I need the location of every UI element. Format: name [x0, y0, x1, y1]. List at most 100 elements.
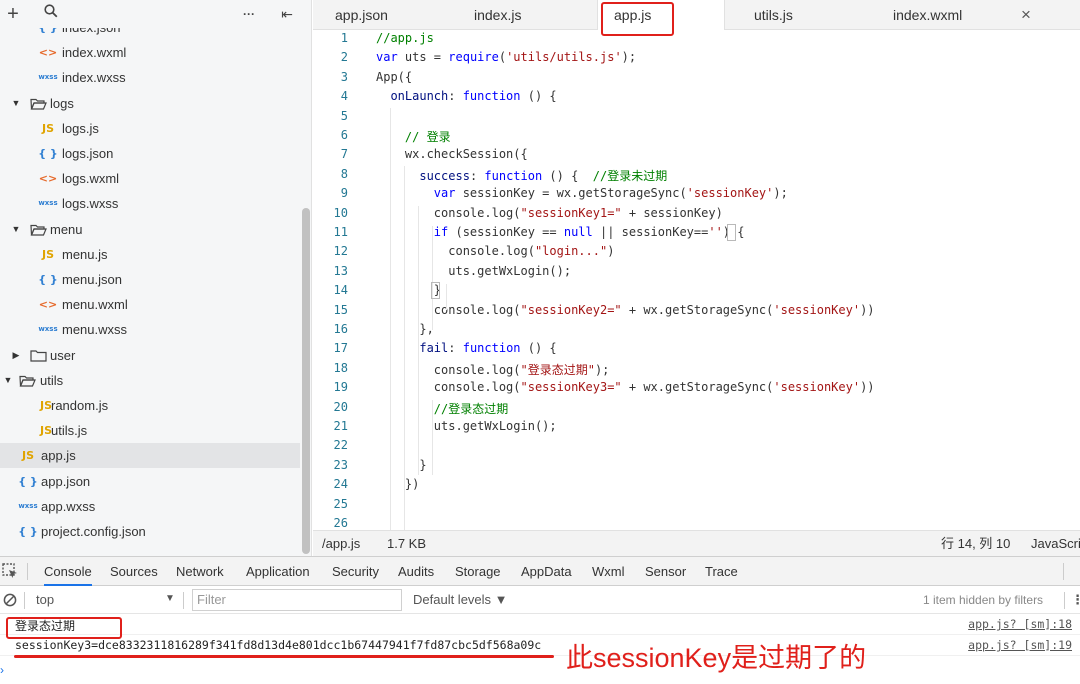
devtools-tab[interactable]: Audits — [398, 557, 434, 586]
tree-file[interactable]: { } project.config.json — [0, 519, 300, 544]
editor-tab[interactable]: index.wxml — [893, 0, 962, 30]
tree-folder[interactable]: ▼ menu — [0, 217, 300, 242]
code-token: ); — [773, 186, 788, 201]
code-editor[interactable]: 1 //app.js 2 var uts = require('utils/utils… — [313, 30, 1080, 530]
code-token: App({ — [376, 69, 413, 84]
tree-file[interactable]: { } logs.json — [0, 141, 300, 166]
tree-file[interactable]: wxss app.wxss — [0, 494, 300, 519]
code-line[interactable]: console.log("sessionKey1=" + sessionKey) — [376, 206, 723, 220]
code-token: console.log( — [376, 205, 521, 220]
editor-tab[interactable]: utils.js — [754, 0, 793, 30]
code-token: 'sessionKey' — [686, 186, 774, 201]
code-line[interactable]: uts.getWxLogin(); — [376, 264, 571, 278]
code-line[interactable]: wx.checkSession({ — [376, 147, 528, 161]
collapse-sidebar-icon[interactable]: ⇤ — [276, 2, 298, 26]
devtools-tab[interactable]: Wxml — [592, 557, 625, 586]
devtools-tab[interactable]: Application — [246, 557, 310, 586]
devtools-tab[interactable]: Security — [332, 557, 379, 586]
tree-file[interactable]: wxss logs.wxss — [0, 191, 300, 216]
tree-folder[interactable]: ▼ utils — [0, 368, 300, 393]
devtools-tab[interactable]: Sources — [110, 557, 158, 586]
code-line[interactable]: App({ — [376, 70, 412, 84]
devtools-tab[interactable]: Storage — [455, 557, 501, 586]
clear-console-icon[interactable] — [3, 593, 17, 607]
status-language[interactable]: JavaScri — [1031, 531, 1080, 557]
code-line[interactable]: var sessionKey = wx.getStorageSync('sess… — [376, 186, 788, 200]
tree-file[interactable]: { } menu.json — [0, 267, 300, 292]
tree-item-label: menu.wxss — [62, 322, 128, 338]
code-token: uts.getWxLogin(); — [376, 263, 572, 278]
devtools-tab[interactable]: AppData — [521, 557, 572, 586]
devtools-tab[interactable]: Trace — [705, 557, 738, 586]
add-icon[interactable]: + — [2, 2, 24, 26]
more-icon[interactable]: ··· — [238, 2, 260, 26]
editor-tab[interactable]: app.json — [335, 0, 388, 30]
tree-file[interactable]: JS utils.js — [0, 418, 300, 443]
indent-guide — [390, 108, 391, 530]
line-number: 22 — [333, 438, 348, 453]
code-line[interactable]: var uts = require('utils/utils.js'); — [376, 50, 636, 64]
search-glyph — [44, 4, 58, 18]
code-token: var — [433, 186, 456, 201]
expanded-arrow-icon[interactable]: ▼ — [2, 368, 14, 393]
code-line[interactable]: //app.js — [376, 31, 434, 45]
line-number: 15 — [333, 302, 348, 317]
sidebar-scrollbar[interactable] — [302, 208, 310, 554]
tree-item-label: index.wxml — [62, 45, 127, 61]
indent-guide — [432, 400, 433, 475]
line-number: 7 — [340, 147, 348, 162]
tree-file[interactable]: JS logs.js — [0, 116, 300, 141]
log-levels-dropdown[interactable]: Default levels ▼ — [413, 586, 508, 614]
code-token: sessionKey = wx.getStorageSync( — [455, 186, 687, 201]
code-line[interactable]: console.log("sessionKey3=" + wx.getStora… — [376, 380, 875, 394]
matching-brace-highlight — [727, 224, 736, 241]
editor-tab[interactable]: index.js — [474, 0, 521, 30]
inspect-element-icon[interactable] — [2, 563, 18, 579]
tree-file[interactable]: JS random.js — [0, 393, 300, 418]
code-line[interactable]: }) — [376, 477, 419, 491]
tree-file[interactable]: <> logs.wxml — [0, 166, 300, 191]
code-line[interactable]: success: function () { //登录未过期 — [376, 167, 667, 184]
line-number: 8 — [340, 166, 348, 181]
close-tab-icon[interactable]: × — [1015, 3, 1037, 27]
devtools-tab[interactable]: Network — [176, 557, 224, 586]
code-line[interactable]: console.log("登录态过期"); — [376, 361, 610, 378]
wxml-file-icon: <> — [38, 298, 58, 312]
toolbar-divider — [27, 563, 28, 580]
tree-file[interactable]: wxss index.wxss — [0, 65, 300, 90]
tree-file[interactable]: wxss menu.wxss — [0, 317, 300, 342]
tree-file[interactable]: JS menu.js — [0, 242, 300, 267]
expanded-arrow-icon[interactable]: ▼ — [10, 91, 22, 116]
console-prompt[interactable]: › — [0, 663, 4, 677]
code-token: ); — [594, 362, 610, 377]
status-cursor-position[interactable]: 行 14, 列 10 — [941, 531, 1010, 557]
code-token: )) — [860, 380, 875, 395]
tree-file[interactable]: JS app.js — [0, 443, 300, 469]
tree-file[interactable]: <> index.wxml — [0, 40, 300, 65]
collapsed-arrow-icon[interactable]: ▶ — [10, 343, 22, 368]
code-token: function — [484, 168, 543, 183]
code-line[interactable]: onLaunch: function () { — [376, 89, 556, 103]
tree-folder[interactable]: ▼ logs — [0, 91, 300, 116]
tree-file[interactable]: { } app.json — [0, 469, 300, 494]
devtools-tab[interactable]: Sensor — [645, 557, 686, 586]
code-line[interactable]: console.log("sessionKey2=" + wx.getStora… — [376, 303, 875, 317]
expanded-arrow-icon[interactable]: ▼ — [10, 217, 22, 242]
tree-file[interactable]: <> menu.wxml — [0, 292, 300, 317]
console-filter-input[interactable]: Filter — [192, 589, 402, 611]
settings-icon[interactable]: ⋮ — [1071, 586, 1080, 614]
code-line[interactable]: // 登录 — [376, 128, 451, 145]
code-token: + wx.getStorageSync( — [621, 380, 774, 395]
code-line[interactable]: //登录态过期 — [376, 400, 508, 417]
devtools-tab[interactable]: Console — [44, 557, 92, 586]
tree-item-label: logs.wxml — [62, 171, 120, 187]
line-number: 18 — [333, 360, 348, 375]
tree-item-label: project.config.json — [41, 524, 146, 539]
tree-folder[interactable]: ▶ user — [0, 343, 300, 368]
search-icon[interactable] — [40, 2, 62, 26]
context-selector[interactable]: top ▼ — [28, 589, 178, 611]
console-message-source-link[interactable]: app.js? [sm]:19 — [968, 638, 1072, 652]
code-line[interactable]: console.log("login...") — [376, 244, 614, 258]
console-message-source-link[interactable]: app.js? [sm]:18 — [968, 617, 1072, 631]
